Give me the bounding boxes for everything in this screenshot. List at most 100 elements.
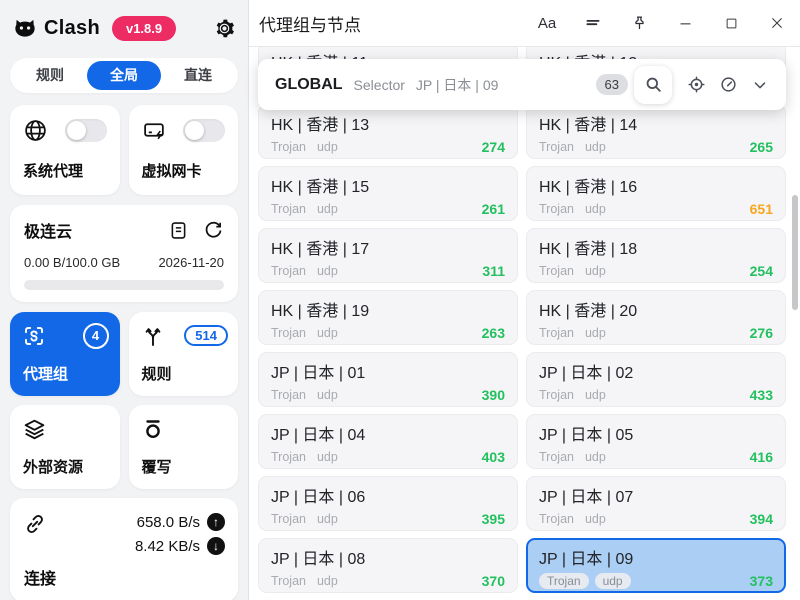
node-card[interactable]: HK | 香港 | 16 Trojanudp 651 bbox=[526, 166, 786, 221]
pin-icon[interactable] bbox=[616, 15, 662, 32]
system-proxy-toggle[interactable] bbox=[65, 119, 107, 142]
node-protocols: Trojanudp bbox=[271, 574, 349, 588]
node-latency: 254 bbox=[750, 263, 773, 279]
node-card[interactable]: JP | 日本 | 07 Trojanudp 394 bbox=[526, 476, 786, 531]
profile-refresh-icon[interactable] bbox=[203, 220, 224, 241]
node-protocols: Trojanudp bbox=[539, 388, 617, 402]
proxy-groups-count-badge: 4 bbox=[83, 323, 109, 349]
network-card-icon bbox=[142, 118, 167, 143]
node-protocol-tag: udp bbox=[585, 512, 606, 526]
node-latency: 265 bbox=[750, 139, 773, 155]
node-latency: 263 bbox=[482, 325, 505, 341]
node-card[interactable]: HK | 香港 | 18 Trojanudp 254 bbox=[526, 228, 786, 283]
node-protocols: Trojanudp bbox=[271, 512, 349, 526]
clash-cat-logo-icon bbox=[12, 15, 38, 41]
node-card[interactable]: HK | 香港 | 15 Trojanudp 261 bbox=[258, 166, 518, 221]
minimize-button[interactable] bbox=[662, 15, 708, 32]
node-card[interactable]: JP | 日本 | 01 Trojanudp 390 bbox=[258, 352, 518, 407]
node-latency: 373 bbox=[750, 573, 773, 589]
node-card[interactable]: JP | 日本 | 08 Trojanudp 370 bbox=[258, 538, 518, 593]
settings-gear-icon[interactable] bbox=[213, 17, 236, 40]
node-card[interactable]: JP | 日本 | 06 Trojanudp 395 bbox=[258, 476, 518, 531]
nav-override[interactable]: 覆写 bbox=[129, 405, 239, 489]
clash-app-window: Clash v1.8.9 规则 全局 直连 bbox=[0, 0, 800, 600]
node-card[interactable]: JP | 日本 | 05 Trojanudp 416 bbox=[526, 414, 786, 469]
version-badge: v1.8.9 bbox=[112, 16, 176, 41]
override-icon bbox=[141, 417, 227, 441]
maximize-button[interactable] bbox=[708, 16, 754, 31]
link-icon bbox=[23, 512, 47, 536]
node-protocol-tag: udp bbox=[585, 140, 606, 154]
download-speed: 8.42 KB/s bbox=[135, 538, 200, 555]
group-selector-bar[interactable]: GLOBAL Selector JP | 日本 | 09 63 bbox=[258, 59, 786, 110]
profile-details-icon[interactable] bbox=[168, 220, 189, 241]
tun-mode-toggle[interactable] bbox=[183, 119, 225, 142]
search-button[interactable] bbox=[634, 66, 672, 104]
node-protocol-tag: udp bbox=[317, 202, 338, 216]
nav-rules[interactable]: 514 规则 bbox=[129, 312, 239, 396]
tun-mode-card: 虚拟网卡 bbox=[129, 105, 239, 195]
node-card[interactable]: HK | 香港 | 19 Trojanudp 263 bbox=[258, 290, 518, 345]
node-protocol-tag: Trojan bbox=[271, 264, 306, 278]
node-protocol-tag: Trojan bbox=[539, 450, 574, 464]
chevron-down-icon[interactable] bbox=[744, 76, 776, 94]
layers-icon bbox=[22, 417, 108, 442]
tab-global-mode[interactable]: 全局 bbox=[87, 61, 161, 90]
nav-proxy-groups-label: 代理组 bbox=[23, 363, 68, 384]
node-name: JP | 日本 | 08 bbox=[271, 545, 505, 569]
profile-card[interactable]: 极连云 bbox=[10, 205, 238, 302]
node-card[interactable]: HK | 香港 | 14 Trojanudp 265 bbox=[526, 104, 786, 159]
node-protocol-tag: Trojan bbox=[539, 573, 589, 589]
node-protocol-tag: Trojan bbox=[271, 450, 306, 464]
upload-speed: 658.0 B/s bbox=[137, 514, 200, 531]
nav-proxy-groups[interactable]: 4 代理组 bbox=[10, 312, 120, 396]
latency-test-gauge-icon[interactable] bbox=[712, 75, 744, 94]
tab-direct-mode[interactable]: 直连 bbox=[161, 61, 235, 90]
upload-arrow-icon: ↑ bbox=[207, 513, 225, 531]
node-name: JP | 日本 | 06 bbox=[271, 483, 505, 507]
node-name: HK | 香港 | 13 bbox=[271, 111, 505, 135]
system-proxy-label: 系统代理 bbox=[23, 160, 107, 181]
node-protocol-tag: udp bbox=[595, 573, 631, 589]
node-card[interactable]: HK | 香港 | 13 Trojanudp 274 bbox=[258, 104, 518, 159]
group-type: Selector bbox=[354, 77, 405, 93]
page-title: 代理组与节点 bbox=[259, 11, 361, 36]
node-card[interactable]: JP | 日本 | 09 Trojanudp 373 bbox=[526, 538, 786, 593]
node-card[interactable]: JP | 日本 | 04 Trojanudp 403 bbox=[258, 414, 518, 469]
node-protocol-tag: Trojan bbox=[271, 388, 306, 402]
node-latency: 433 bbox=[750, 387, 773, 403]
node-protocols: Trojanudp bbox=[539, 140, 617, 154]
connections-card[interactable]: 658.0 B/s ↑ 8.42 KB/s ↓ 连接 bbox=[10, 498, 238, 600]
node-protocol-tag: Trojan bbox=[271, 202, 306, 216]
node-card[interactable]: HK | 香港 | 20 Trojanudp 276 bbox=[526, 290, 786, 345]
node-latency: 390 bbox=[482, 387, 505, 403]
group-name: GLOBAL bbox=[275, 76, 343, 94]
node-protocols: Trojan udp bbox=[271, 202, 349, 216]
titlebar: 代理组与节点 Aa bbox=[249, 0, 800, 47]
node-name: JP | 日本 | 04 bbox=[271, 421, 505, 445]
node-name: HK | 香港 | 14 bbox=[539, 111, 773, 135]
node-grid: HK | 香港 | 11 Trojanudp HK | 香港 | 12 Troj… bbox=[249, 47, 800, 593]
scrollbar-thumb[interactable] bbox=[792, 195, 798, 310]
node-protocols: Trojan udp bbox=[271, 388, 349, 402]
text-size-icon[interactable]: Aa bbox=[524, 15, 570, 32]
tab-rule-mode[interactable]: 规则 bbox=[13, 61, 87, 90]
node-card[interactable]: HK | 香港 | 17 Trojanudp 311 bbox=[258, 228, 518, 283]
node-protocol-tag: Trojan bbox=[539, 512, 574, 526]
node-protocol-tag: Trojan bbox=[539, 326, 574, 340]
list-lines-icon[interactable] bbox=[570, 14, 616, 32]
close-button[interactable] bbox=[754, 15, 800, 31]
node-protocol-tag: udp bbox=[317, 574, 338, 588]
node-name: HK | 香港 | 15 bbox=[271, 173, 505, 197]
node-latency: 416 bbox=[750, 449, 773, 465]
node-protocol-tag: udp bbox=[317, 388, 338, 402]
nav-external-resources[interactable]: 外部资源 bbox=[10, 405, 120, 489]
node-protocol-tag: udp bbox=[317, 512, 338, 526]
node-protocols: Trojan udp bbox=[539, 512, 617, 526]
profile-usage: 0.00 B/100.0 GB bbox=[24, 255, 120, 270]
node-latency: 651 bbox=[750, 201, 773, 217]
nav-grid: 4 代理组 514 规则 bbox=[10, 312, 238, 489]
node-card[interactable]: JP | 日本 | 02 Trojanudp 433 bbox=[526, 352, 786, 407]
node-protocol-tag: udp bbox=[585, 388, 606, 402]
locate-current-icon[interactable] bbox=[680, 75, 712, 94]
